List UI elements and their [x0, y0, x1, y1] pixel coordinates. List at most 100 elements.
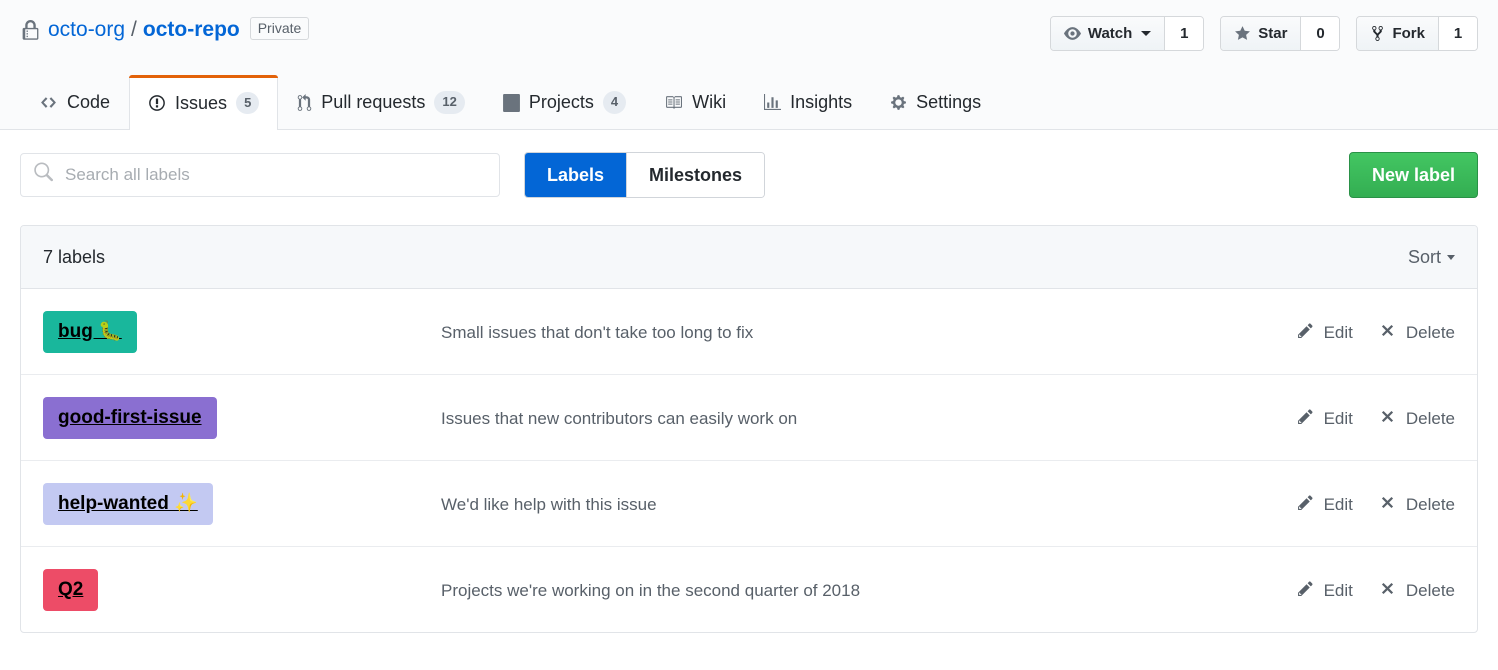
- label-badge[interactable]: good-first-issue: [43, 397, 217, 439]
- eye-icon: [1063, 25, 1081, 42]
- delete-label-button[interactable]: Delete: [1379, 322, 1455, 344]
- star-button[interactable]: Star: [1221, 17, 1302, 50]
- tab-projects[interactable]: Projects 4: [484, 75, 645, 129]
- x-icon: [1379, 408, 1396, 430]
- edit-label-text: Edit: [1323, 495, 1353, 514]
- edit-label-button[interactable]: Edit: [1297, 322, 1353, 344]
- delete-label-button[interactable]: Delete: [1379, 408, 1455, 430]
- tab-wiki[interactable]: Wiki: [645, 75, 745, 129]
- edit-label-text: Edit: [1323, 409, 1353, 428]
- tab-projects-counter: 4: [602, 91, 627, 114]
- graph-icon: [764, 94, 782, 111]
- label-actions: Edit Delete: [1297, 482, 1455, 516]
- chevron-down-icon: [1447, 254, 1455, 260]
- label-badge-cell: bug 🐛: [43, 310, 441, 353]
- pencil-icon: [1297, 408, 1314, 430]
- watch-count[interactable]: 1: [1165, 17, 1204, 50]
- fork-button-group[interactable]: Fork 1: [1356, 16, 1478, 51]
- tab-milestones[interactable]: Milestones: [626, 153, 765, 197]
- watch-button[interactable]: Watch: [1050, 17, 1166, 50]
- x-icon: [1379, 322, 1396, 344]
- tab-pull-requests-label: Pull requests: [321, 92, 426, 112]
- delete-label-text: Delete: [1405, 495, 1455, 514]
- labels-list-header: 7 labels Sort: [21, 226, 1477, 289]
- repo-header: octo-org / octo-repo Private Watch 1 Sta…: [0, 0, 1498, 75]
- code-icon: [39, 94, 58, 111]
- label-badge-cell: help-wanted ✨: [43, 482, 441, 525]
- sort-label: Sort: [1407, 246, 1441, 267]
- edit-label-text: Edit: [1323, 323, 1353, 342]
- delete-label-button[interactable]: Delete: [1379, 494, 1455, 516]
- search-field-wrapper: [20, 153, 500, 197]
- fork-count[interactable]: 1: [1439, 17, 1477, 50]
- labels-milestones-toggle: Labels Milestones: [524, 152, 766, 198]
- label-actions: Edit Delete: [1297, 568, 1455, 602]
- edit-label-button[interactable]: Edit: [1297, 408, 1353, 430]
- tab-insights-label: Insights: [790, 92, 853, 112]
- repo-breadcrumb: octo-org / octo-repo Private: [22, 17, 310, 41]
- label-actions: Edit Delete: [1297, 310, 1455, 344]
- fork-icon: [1370, 25, 1385, 42]
- tab-settings[interactable]: Settings: [871, 75, 1000, 129]
- delete-label-text: Delete: [1405, 409, 1455, 428]
- tab-issues[interactable]: Issues 5: [129, 75, 279, 130]
- pencil-icon: [1297, 580, 1314, 602]
- watch-button-group[interactable]: Watch 1: [1049, 16, 1205, 51]
- repo-name-link[interactable]: octo-repo: [143, 19, 240, 40]
- edit-label-text: Edit: [1323, 581, 1353, 600]
- star-count[interactable]: 0: [1301, 17, 1340, 50]
- issue-opened-icon: [148, 94, 166, 112]
- delete-label-text: Delete: [1405, 323, 1455, 342]
- search-input[interactable]: [20, 153, 500, 197]
- label-badge[interactable]: bug 🐛: [43, 311, 137, 353]
- star-label: Star: [1258, 25, 1288, 42]
- tab-pull-requests[interactable]: Pull requests 12: [278, 75, 484, 129]
- tab-pull-requests-counter: 12: [434, 91, 465, 114]
- table-row: Q2 Projects we're working on in the seco…: [21, 547, 1477, 632]
- repo-owner-link[interactable]: octo-org: [48, 19, 125, 40]
- label-badge[interactable]: Q2: [43, 569, 99, 611]
- repo-nav-tabs: Code Issues 5 Pull requests 12 Projects …: [0, 75, 1498, 130]
- x-icon: [1379, 494, 1396, 516]
- label-description: Small issues that don't take too long to…: [441, 323, 754, 342]
- label-actions: Edit Delete: [1297, 396, 1455, 430]
- fork-button[interactable]: Fork: [1357, 17, 1439, 50]
- delete-label-text: Delete: [1405, 581, 1455, 600]
- watch-label: Watch: [1087, 25, 1133, 42]
- tab-projects-label: Projects: [528, 92, 594, 112]
- labels-list-box: 7 labels Sort bug 🐛 Small issues that do…: [20, 225, 1478, 633]
- book-icon: [664, 94, 683, 111]
- star-button-group[interactable]: Star 0: [1220, 16, 1341, 51]
- label-description: Projects we're working on in the second …: [441, 581, 861, 600]
- fork-label: Fork: [1392, 25, 1425, 42]
- delete-label-button[interactable]: Delete: [1379, 580, 1455, 602]
- tab-issues-counter: 5: [236, 91, 260, 115]
- table-row: good-first-issue Issues that new contrib…: [21, 375, 1477, 461]
- git-pull-request-icon: [297, 93, 312, 112]
- repo-header-actions: Watch 1 Star 0 Fork 1: [1049, 16, 1478, 51]
- edit-label-button[interactable]: Edit: [1297, 580, 1353, 602]
- tab-wiki-label: Wiki: [692, 92, 727, 112]
- tab-settings-label: Settings: [916, 92, 982, 112]
- edit-label-button[interactable]: Edit: [1297, 494, 1353, 516]
- lock-icon: [22, 20, 39, 41]
- label-description: Issues that new contributors can easily …: [441, 409, 798, 428]
- tab-labels[interactable]: Labels: [525, 153, 627, 197]
- project-icon: [502, 93, 520, 112]
- labels-count: 7 labels: [43, 246, 106, 267]
- label-description: We'd like help with this issue: [441, 495, 657, 514]
- tab-code-label: Code: [67, 92, 111, 112]
- table-row: help-wanted ✨ We'd like help with this i…: [21, 461, 1477, 547]
- new-label-button[interactable]: New label: [1348, 152, 1478, 198]
- tab-code[interactable]: Code: [20, 75, 129, 129]
- gear-icon: [890, 94, 907, 111]
- label-badge[interactable]: help-wanted ✨: [43, 483, 213, 525]
- star-icon: [1234, 25, 1251, 42]
- labels-subnav: Labels Milestones New label: [0, 130, 1498, 198]
- pencil-icon: [1297, 494, 1314, 516]
- tab-issues-label: Issues: [175, 92, 228, 113]
- tab-insights[interactable]: Insights: [745, 75, 871, 129]
- label-badge-cell: Q2: [43, 568, 441, 611]
- x-icon: [1379, 580, 1396, 602]
- sort-dropdown[interactable]: Sort: [1408, 247, 1455, 268]
